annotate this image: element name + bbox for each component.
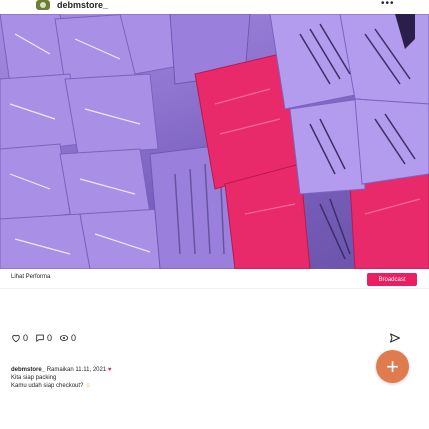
like-action[interactable]: 0: [11, 333, 28, 343]
smile-emoji-icon: ☺: [85, 383, 92, 389]
packaging-bags-illustration: [0, 14, 429, 269]
comment-icon: [36, 334, 44, 342]
comment-count: 0: [47, 333, 53, 343]
caption-text: Ramaikan 11.11, 2021: [46, 367, 107, 373]
caption-username[interactable]: debmstore_: [11, 367, 45, 373]
avatar[interactable]: [36, 0, 50, 10]
share-action[interactable]: 0: [59, 333, 76, 343]
add-button[interactable]: +: [376, 350, 409, 383]
send-icon[interactable]: [389, 331, 401, 349]
view-insights-link[interactable]: Lihat Performa: [11, 274, 50, 280]
post-actions: 0 0 0: [11, 333, 76, 343]
paper-plane-icon: [390, 333, 400, 343]
like-count: 0: [23, 333, 29, 343]
plus-icon: +: [386, 353, 399, 379]
more-dots-icon[interactable]: •••: [381, 0, 395, 9]
eye-icon: [59, 335, 69, 341]
post-photo[interactable]: [0, 14, 429, 269]
comment-action[interactable]: 0: [35, 333, 52, 343]
cta-bar: Lihat Performa Broadcast: [0, 269, 429, 289]
post-caption: debmstore_ Ramaikan 11.11, 2021 ♥ Kita s…: [11, 366, 271, 390]
header-username[interactable]: debmstore_: [57, 0, 108, 10]
caption-line-3: Kamu udah siap checkout?: [11, 383, 84, 389]
broadcast-button[interactable]: Broadcast: [367, 273, 417, 286]
share-count: 0: [71, 333, 77, 343]
heart-emoji-icon: ♥: [107, 367, 112, 373]
post-header: debmstore_ •••: [0, 0, 429, 14]
caption-line-2: Kita siap packing: [11, 375, 57, 381]
heart-icon: [12, 334, 20, 343]
